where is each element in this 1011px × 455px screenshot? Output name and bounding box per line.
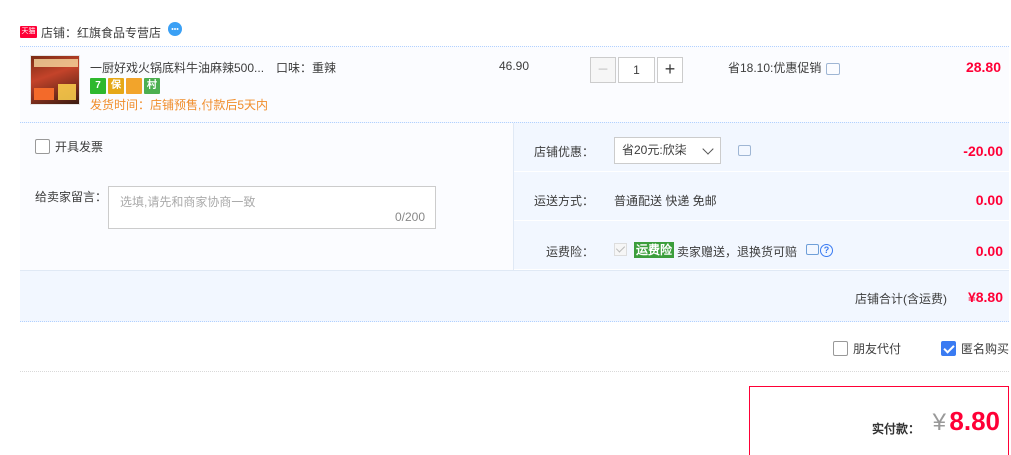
insurance-icons: ?	[806, 244, 833, 257]
store-total-value: ¥8.80	[967, 289, 1003, 305]
coupon-comment-icon[interactable]	[738, 145, 751, 156]
insurance-comment-icon[interactable]	[806, 244, 819, 255]
product-title-link[interactable]: 一厨好戏火锅底料牛油麻辣500...	[90, 59, 264, 76]
anonymous-label: 匿名购买	[960, 342, 1009, 356]
product-spec: 口味：重辣	[276, 61, 337, 75]
message-label: 给卖家留言：	[35, 190, 108, 204]
friend-pay-label: 朋友代付	[852, 342, 901, 356]
unit-price: 46.90	[499, 59, 530, 73]
anonymous-checkbox[interactable]	[940, 341, 956, 356]
left-options-panel: 开具发票 给卖家留言： 选填,请先和商家协商一致 0/200	[20, 123, 514, 271]
promo-info: 省18.10:优惠促销	[728, 59, 841, 76]
quantity-input[interactable]: 1	[618, 57, 655, 83]
divider	[20, 371, 1009, 372]
insurance-desc: 卖家赠送，退换货可赔	[677, 245, 798, 259]
coupon-value: -20.00	[963, 143, 1003, 159]
shipping-value: 0.00	[975, 192, 1003, 208]
friend-pay-option[interactable]: 朋友代付	[832, 340, 901, 357]
shipping-label: 运送方式：	[533, 194, 594, 208]
message-placeholder: 选填,请先和商家协商一致	[120, 195, 256, 209]
seller-message-textarea[interactable]: 选填,请先和商家协商一致 0/200	[108, 186, 436, 229]
store-total-label: 店铺合计(含运费)	[855, 292, 947, 306]
pay-options: 朋友代付 匿名购买	[793, 340, 1009, 357]
invoice-option[interactable]: 开具发票	[35, 138, 103, 155]
village-service-icon[interactable]: 村	[144, 78, 160, 94]
anonymous-option[interactable]: 匿名购买	[940, 340, 1009, 357]
promo-comment-icon[interactable]	[826, 63, 841, 75]
payment-summary-box: 实付款： ¥ 8.80	[749, 386, 1009, 455]
quantity-stepper: − 1 +	[590, 57, 683, 83]
help-icon[interactable]: ?	[820, 244, 833, 257]
store-label: 店铺：	[41, 25, 78, 40]
message-char-count: 0/200	[394, 210, 425, 224]
invoice-label: 开具发票	[55, 140, 104, 154]
chevron-down-icon	[702, 143, 714, 155]
store-header: 天猫 店铺： 红旗食品专营店	[20, 22, 183, 42]
insurance-label: 运费险：	[545, 245, 594, 259]
insurance-checkbox	[614, 243, 627, 256]
coupon-row: 店铺优惠： 省20元:欣柒 -20.00	[514, 123, 1009, 172]
store-total-bar: 店铺合计(含运费) ¥8.80	[20, 270, 1009, 322]
item-total: 28.80	[965, 59, 1001, 75]
order-options: 开具发票 给卖家留言： 选填,请先和商家协商一致 0/200 店铺优惠： 省20…	[20, 122, 1009, 271]
store-name-link[interactable]: 红旗食品专营店	[77, 24, 161, 41]
service-icons: 7 保 村	[90, 78, 160, 94]
insurance-row: 运费险： 运费险 卖家赠送，退换货可赔 ? 0.00	[514, 221, 1009, 270]
insurance-value: 0.00	[975, 243, 1003, 259]
guarantee-icon[interactable]: 保	[108, 78, 124, 94]
coupon-select[interactable]: 省20元:欣柒	[614, 137, 721, 164]
coupon-selected-value: 省20元:欣柒	[622, 143, 687, 157]
quantity-plus-button[interactable]: +	[657, 57, 683, 83]
credit-card-icon[interactable]	[126, 78, 142, 94]
friend-pay-checkbox[interactable]	[832, 341, 848, 356]
promo-text: 省18.10:优惠促销	[728, 61, 822, 75]
product-thumbnail[interactable]	[30, 55, 80, 105]
payment-label: 实付款：	[871, 422, 920, 436]
shipping-row: 运送方式： 普通配送 快递 免邮 0.00	[514, 172, 1009, 221]
seven-day-return-icon[interactable]: 7	[90, 78, 106, 94]
chat-bubble-icon[interactable]	[167, 21, 183, 37]
quantity-minus-button[interactable]: −	[590, 57, 616, 83]
payment-amount: 8.80	[949, 406, 1000, 436]
tmall-logo-icon: 天猫	[20, 26, 37, 38]
ship-time: 发货时间：店铺预售,付款后5天内	[90, 98, 269, 112]
shipping-method: 普通配送 快递 免邮	[614, 194, 717, 208]
coupon-label: 店铺优惠：	[533, 145, 594, 159]
insurance-tag: 运费险	[634, 242, 675, 258]
yen-symbol: ¥	[932, 409, 946, 436]
invoice-checkbox[interactable]	[35, 139, 50, 154]
order-item-row: 一厨好戏火锅底料牛油麻辣500... 口味：重辣 7 保 村 发货时间：店铺预售…	[20, 46, 1009, 122]
